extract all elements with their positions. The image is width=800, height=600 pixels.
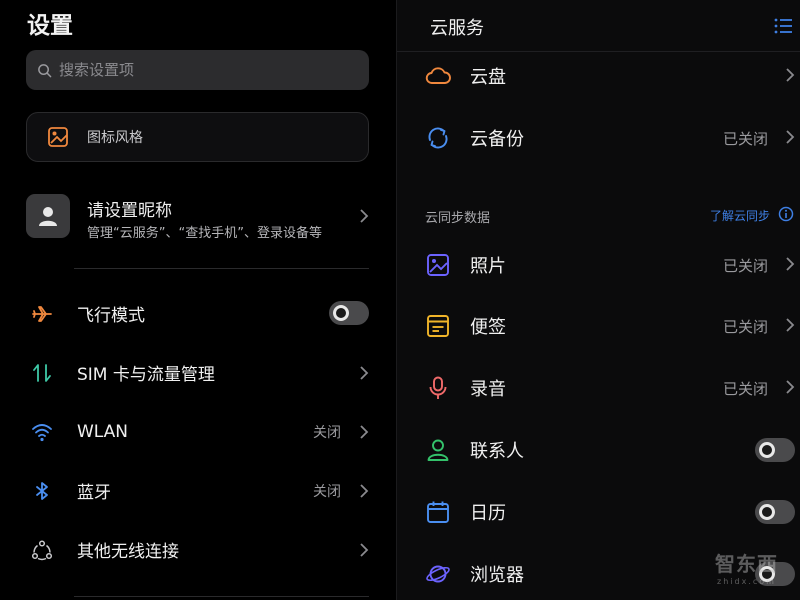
page-title: 设置	[27, 13, 73, 39]
cloud-backup-row[interactable]: 云备份 已关闭	[397, 108, 800, 168]
avatar	[26, 194, 70, 238]
microphone-icon	[429, 376, 447, 399]
notes-label: 便签	[470, 317, 506, 338]
wlan-label: WLAN	[77, 421, 129, 442]
cloud-title: 云服务	[430, 18, 484, 39]
sync-icon	[428, 127, 448, 149]
sim-data-label: SIM 卡与流量管理	[77, 365, 215, 385]
chevron-right-icon	[786, 318, 795, 332]
bluetooth-status: 关闭	[313, 483, 341, 500]
photo-icon	[427, 254, 449, 276]
chevron-right-icon	[786, 68, 795, 82]
search-input[interactable]	[59, 61, 369, 79]
cloud-icon	[425, 67, 451, 84]
bluetooth-row[interactable]: 蓝牙 关闭	[0, 461, 396, 520]
other-wireless-row[interactable]: 其他无线连接	[0, 520, 396, 579]
watermark-sub: zhidx.com	[717, 577, 776, 586]
other-wireless-label: 其他无线连接	[77, 542, 179, 562]
notes-status: 已关闭	[722, 318, 768, 336]
cloud-drive-row[interactable]: 云盘	[397, 46, 800, 106]
settings-panel: 设置 图标风格 请设置昵称 管理“云服务”、“查找手机”、登录设备等	[0, 0, 396, 600]
calendar-icon	[427, 501, 449, 523]
search-icon	[38, 63, 52, 77]
section-title: 云同步数据	[425, 211, 491, 226]
cloud-drive-label: 云盘	[470, 67, 506, 88]
learn-cloud-sync-link[interactable]: 了解云同步	[710, 207, 770, 224]
airplane-icon	[32, 305, 52, 322]
chevron-right-icon	[360, 424, 369, 439]
divider	[74, 268, 369, 269]
account-name: 请设置昵称	[87, 201, 172, 221]
chevron-right-icon	[786, 257, 795, 271]
chevron-right-icon	[360, 542, 369, 557]
airplane-mode-row[interactable]: 飞行模式	[0, 284, 396, 343]
wifi-icon	[32, 423, 52, 441]
account-subtitle: 管理“云服务”、“查找手机”、登录设备等	[87, 226, 322, 241]
airplane-mode-label: 飞行模式	[77, 306, 145, 326]
recordings-row[interactable]: 录音 已关闭	[397, 358, 800, 418]
icon-style-card[interactable]: 图标风格	[26, 112, 369, 162]
account-row[interactable]: 请设置昵称 管理“云服务”、“查找手机”、登录设备等	[26, 192, 369, 244]
contacts-toggle[interactable]	[755, 438, 795, 462]
calendar-toggle[interactable]	[755, 500, 795, 524]
calendar-label: 日历	[470, 503, 506, 524]
info-icon[interactable]	[778, 206, 794, 222]
photos-status: 已关闭	[722, 257, 768, 275]
list-menu-icon[interactable]	[773, 17, 793, 35]
recordings-label: 录音	[470, 379, 506, 400]
photos-label: 照片	[470, 256, 506, 277]
note-icon	[427, 315, 449, 337]
watermark-logo: 智东西 zhidx.com	[715, 548, 778, 586]
contacts-label: 联系人	[470, 441, 524, 462]
photos-row[interactable]: 照片 已关闭	[397, 235, 800, 295]
wlan-row[interactable]: WLAN 关闭	[0, 402, 396, 461]
calendar-row[interactable]: 日历	[397, 482, 800, 542]
chevron-right-icon	[360, 483, 369, 498]
cloud-backup-label: 云备份	[470, 129, 524, 150]
sim-data-row[interactable]: SIM 卡与流量管理	[0, 343, 396, 402]
person-icon	[39, 207, 57, 226]
chevron-right-icon	[360, 365, 369, 380]
chevron-right-icon	[786, 380, 795, 394]
cloud-header: 云服务	[397, 0, 800, 52]
browser-planet-icon	[426, 565, 450, 583]
sim-data-icon	[33, 363, 51, 382]
icon-style-icon	[48, 127, 68, 147]
divider	[74, 596, 369, 597]
recordings-status: 已关闭	[722, 380, 768, 398]
bluetooth-label: 蓝牙	[77, 483, 111, 503]
cloud-backup-status: 已关闭	[722, 130, 768, 148]
share-nodes-icon	[31, 539, 53, 560]
icon-style-label: 图标风格	[87, 130, 143, 146]
chevron-right-icon	[786, 130, 795, 144]
wlan-status: 关闭	[313, 424, 341, 441]
contact-icon	[427, 439, 449, 461]
watermark-main: 智东西	[715, 552, 778, 576]
notes-row[interactable]: 便签 已关闭	[397, 296, 800, 356]
cloud-service-panel: 云服务 云盘 云备份 已关闭 云同步数据 了解云同步 照片 已关闭 便签 已关闭…	[396, 0, 800, 600]
airplane-mode-toggle[interactable]	[329, 301, 369, 325]
chevron-right-icon	[360, 209, 369, 223]
search-bar[interactable]	[26, 50, 369, 90]
browser-label: 浏览器	[470, 565, 524, 586]
bluetooth-icon	[36, 481, 48, 500]
contacts-row[interactable]: 联系人	[397, 420, 800, 480]
